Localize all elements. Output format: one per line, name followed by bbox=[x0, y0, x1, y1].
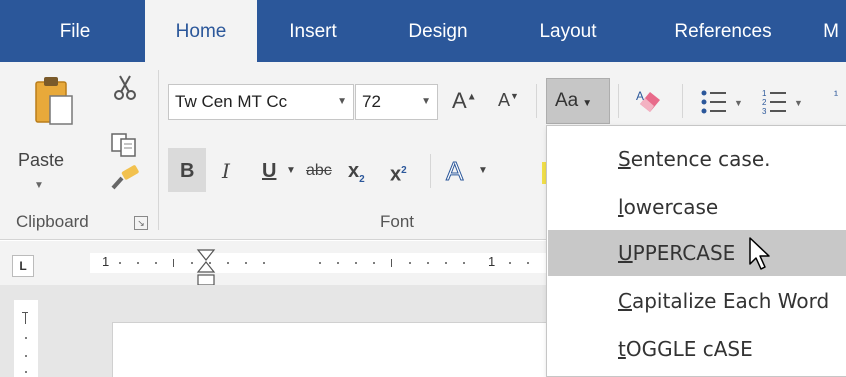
strikethrough-button[interactable]: abc bbox=[306, 153, 332, 189]
horizontal-ruler[interactable]: 1 1 bbox=[90, 253, 560, 273]
clear-formatting-icon[interactable]: A bbox=[634, 86, 664, 121]
grow-font-button[interactable]: A▲ bbox=[452, 88, 477, 114]
tab-references[interactable]: References bbox=[660, 0, 786, 62]
menu-item-uppercase[interactable]: UPPERCASE bbox=[548, 230, 846, 276]
format-painter-icon[interactable] bbox=[108, 162, 142, 192]
divider bbox=[430, 154, 431, 188]
paste-button[interactable]: Paste bbox=[18, 150, 64, 171]
divider bbox=[618, 84, 619, 118]
multilevel-list-icon[interactable]: ¹ bbox=[834, 88, 838, 102]
ribbon-tab-bar: File Home Insert Design Layout Reference… bbox=[0, 0, 846, 62]
group-divider bbox=[158, 70, 159, 230]
menu-item-sentence-case[interactable]: Sentence case. bbox=[548, 136, 846, 182]
divider bbox=[536, 84, 537, 118]
shrink-font-button[interactable]: A▼ bbox=[498, 90, 519, 111]
change-case-menu: Sentence case. lowercase UPPERCASE Capit… bbox=[546, 125, 846, 377]
svg-text:3: 3 bbox=[762, 107, 767, 116]
font-name-value: Tw Cen MT Cc bbox=[175, 92, 288, 111]
tab-home[interactable]: Home bbox=[145, 0, 257, 62]
vertical-ruler[interactable] bbox=[14, 300, 38, 377]
font-size-combobox[interactable]: 72 ▼ bbox=[355, 84, 438, 120]
scissors-icon[interactable] bbox=[111, 74, 139, 102]
font-name-dropdown-icon[interactable]: ▼ bbox=[337, 85, 347, 119]
svg-text:▼: ▼ bbox=[794, 98, 803, 108]
paste-icon[interactable] bbox=[34, 74, 74, 126]
bold-button[interactable]: B bbox=[180, 153, 194, 189]
italic-button[interactable]: I bbox=[222, 153, 230, 189]
svg-text:▼: ▼ bbox=[734, 98, 743, 108]
underline-dropdown-icon[interactable]: ▼ bbox=[286, 153, 296, 189]
text-effects-dropdown-icon[interactable]: ▼ bbox=[478, 153, 488, 189]
tab-layout[interactable]: Layout bbox=[520, 0, 616, 62]
tab-insert[interactable]: Insert bbox=[268, 0, 358, 62]
numbering-icon[interactable]: 1 2 3 ▼ bbox=[762, 88, 812, 121]
clipboard-group-label: Clipboard bbox=[16, 212, 89, 231]
paste-dropdown-icon[interactable]: ▼ bbox=[34, 180, 44, 191]
svg-text:A: A bbox=[636, 89, 644, 103]
bullets-icon[interactable]: ▼ bbox=[700, 88, 744, 121]
svg-text:1: 1 bbox=[762, 89, 767, 98]
superscript-button[interactable]: x2 bbox=[390, 153, 407, 189]
menu-item-lowercase[interactable]: lowercase bbox=[548, 184, 846, 230]
tab-mailings[interactable]: M bbox=[816, 0, 846, 62]
copy-icon[interactable] bbox=[110, 132, 140, 158]
subscript-button[interactable]: x2 bbox=[348, 153, 365, 189]
font-size-dropdown-icon[interactable]: ▼ bbox=[421, 85, 431, 119]
tab-design[interactable]: Design bbox=[390, 0, 486, 62]
underline-button[interactable]: U bbox=[262, 153, 276, 189]
change-case-dropdown-icon: ▼ bbox=[582, 98, 593, 109]
font-name-combobox[interactable]: Tw Cen MT Cc ▼ bbox=[168, 84, 354, 120]
clipboard-launcher-icon[interactable]: ↘ bbox=[134, 216, 148, 230]
mouse-pointer-icon bbox=[748, 236, 774, 272]
font-size-value: 72 bbox=[362, 92, 381, 111]
change-case-button[interactable]: Aa ▼ bbox=[546, 78, 610, 124]
menu-item-capitalize-each-word[interactable]: Capitalize Each Word bbox=[548, 278, 846, 324]
tab-file[interactable]: File bbox=[30, 0, 120, 62]
menu-item-toggle-case[interactable]: tOGGLE cASE bbox=[548, 326, 846, 372]
divider bbox=[682, 84, 683, 118]
text-effects-button[interactable]: A bbox=[445, 153, 463, 189]
tab-selector-button[interactable]: L bbox=[12, 255, 34, 277]
ruler-number: 1 bbox=[488, 254, 496, 269]
svg-text:2: 2 bbox=[762, 98, 767, 107]
ruler-number: 1 bbox=[102, 254, 110, 269]
font-group-label: Font bbox=[380, 212, 415, 231]
